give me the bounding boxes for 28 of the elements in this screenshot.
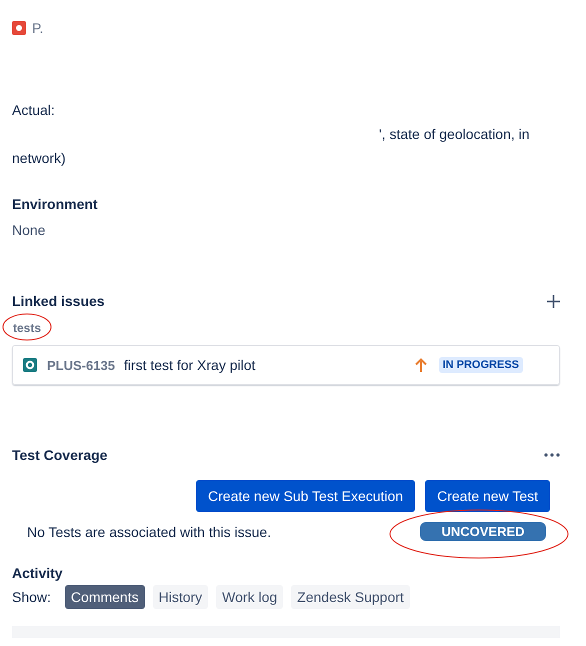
status-lozenge: IN PROGRESS	[438, 357, 523, 373]
section-title: Activity	[12, 565, 64, 581]
coverage-status: UNCOVERED	[420, 522, 546, 541]
environment-value: None	[12, 222, 46, 238]
section-title: Environment	[12, 196, 99, 212]
actual-heading: Actual:	[12, 101, 56, 120]
bug-icon	[12, 21, 26, 35]
linked-issue-card[interactable]: PLUS-6135 first test for Xray pilot IN PROGRESS	[12, 345, 560, 385]
create-button[interactable]: Create new Sub Test Execution	[196, 480, 416, 512]
show-label: Show:	[12, 589, 51, 605]
issue-summary[interactable]: first test for Xray pilot	[124, 357, 415, 373]
activity-tab[interactable]: History	[152, 585, 208, 609]
issue-type-label: P.	[32, 20, 44, 36]
section-title: Linked issues	[12, 293, 105, 309]
coverage-message: No Tests are associated with this issue.	[27, 524, 272, 540]
relation-label: tests	[13, 321, 42, 335]
description-text: network)	[12, 149, 67, 168]
add-icon[interactable]	[547, 294, 560, 308]
activity-tab[interactable]: Work log	[216, 585, 284, 609]
create-button[interactable]: Create new Test	[425, 480, 550, 512]
activity-tab[interactable]: Comments	[64, 585, 145, 609]
section-title: Test Coverage	[12, 447, 108, 463]
issue-key[interactable]: PLUS-6135	[47, 358, 115, 372]
activity-tab[interactable]: Zendesk Support	[291, 585, 410, 609]
test-icon	[23, 358, 37, 372]
more-icon[interactable]	[544, 453, 560, 457]
arrow-up-icon	[414, 358, 427, 372]
description-text: ', state of geolocation, in	[379, 126, 530, 142]
